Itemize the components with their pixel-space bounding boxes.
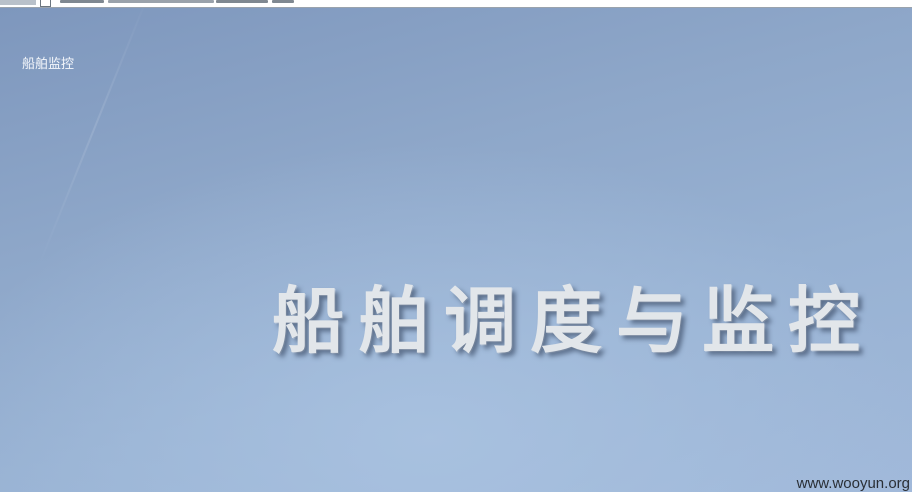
url-text-fragment: [272, 0, 294, 3]
browser-address-bar: [0, 0, 912, 8]
url-text-fragment: [216, 0, 268, 3]
address-bar-left-segment: [0, 0, 36, 5]
landing-page: 船舶监控 船舶调度与监控 www.wooyun.org: [0, 8, 912, 492]
url-text-fragment: [60, 0, 104, 3]
url-text-fragment: [108, 0, 214, 3]
hero-title: 船舶调度与监控: [272, 279, 875, 363]
page-icon: [40, 0, 51, 7]
site-logo-text[interactable]: 船舶监控: [22, 53, 74, 72]
watermark: www.wooyun.org: [796, 475, 910, 492]
background-light-streak: [37, 8, 152, 267]
